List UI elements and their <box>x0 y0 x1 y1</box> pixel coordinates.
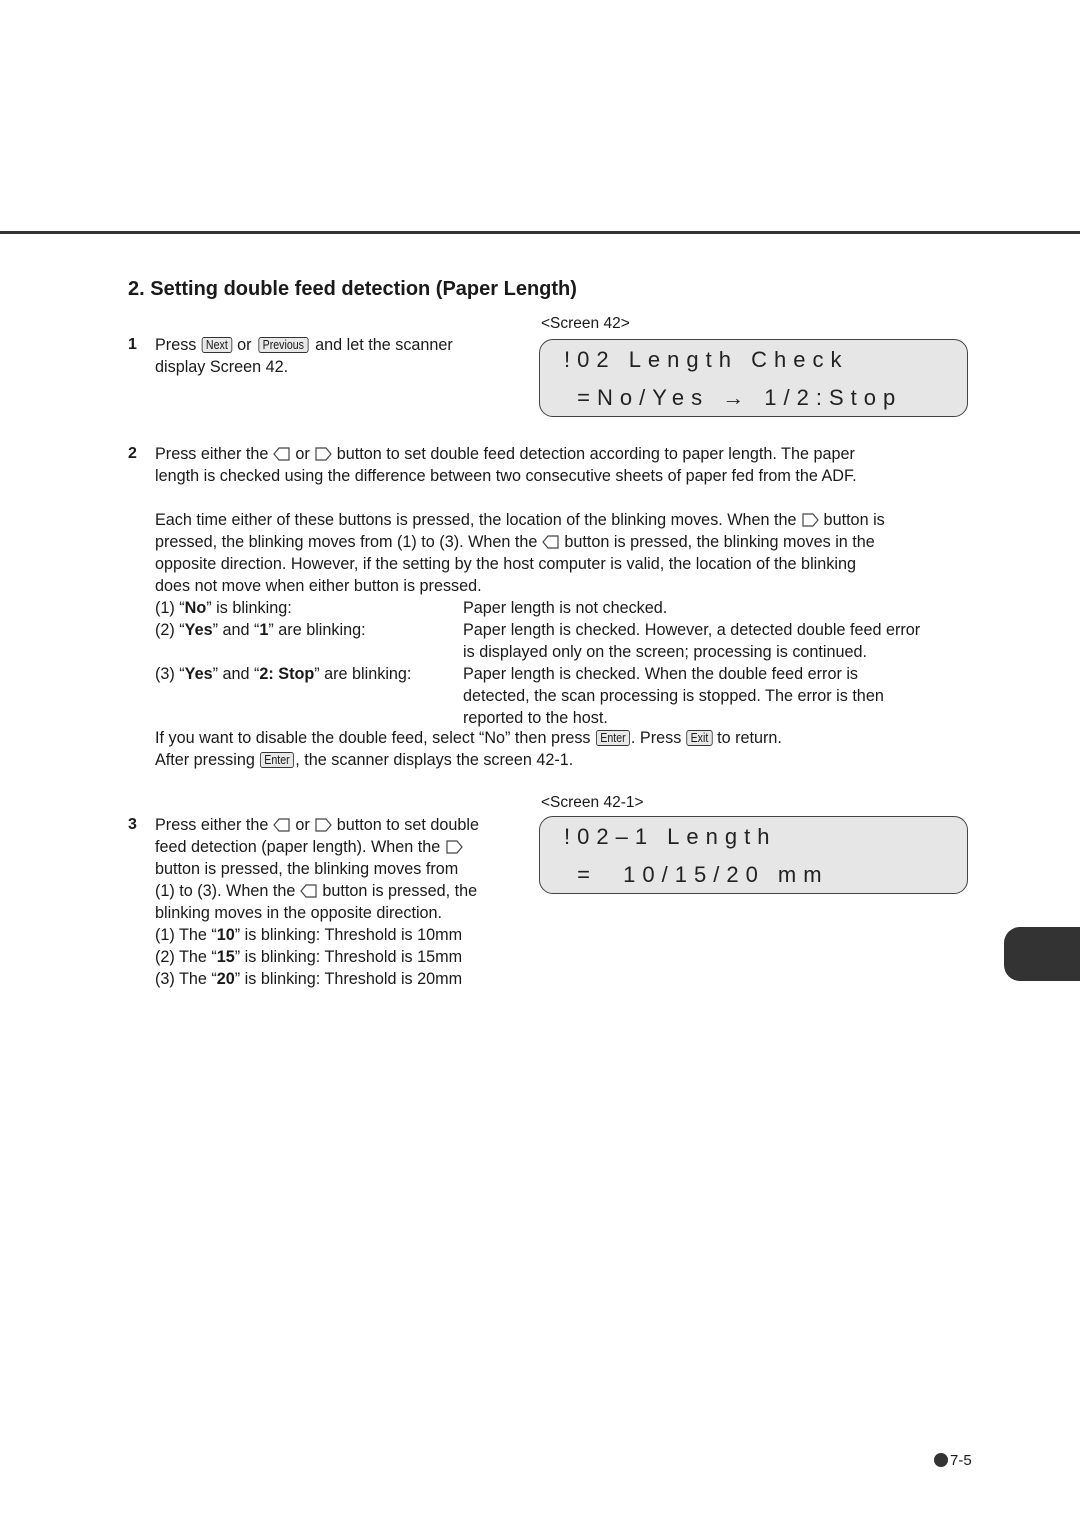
left-arrow-button-icon <box>300 884 317 898</box>
text: length is checked using the difference b… <box>155 467 857 485</box>
step1-text: Press Next or Previous and let the scann… <box>155 334 525 378</box>
page-number-text: 7-5 <box>950 1452 972 1469</box>
lcd-screen-42: !02 Length Check =No/Yes → 1/2:Stop <box>539 339 968 417</box>
exit-key: Exit <box>686 730 713 746</box>
step3-text: Press either the or button to set double… <box>155 816 479 988</box>
lcd-screen-42-1: !02–1 Length = 10/15/20 mm <box>539 816 968 894</box>
text: Each time either of these buttons is pre… <box>155 511 802 529</box>
enter-key: Enter <box>596 730 630 746</box>
text: Press either the <box>155 445 273 463</box>
screen42-1-caption: <Screen 42-1> <box>541 794 644 811</box>
previous-key: Previous <box>258 337 309 353</box>
option-3-desc: Paper length is checked. When the double… <box>463 665 884 727</box>
option-2-label: (2) “Yes” and “1” are blinking: <box>155 621 366 639</box>
step-number: 2 <box>128 445 137 462</box>
text: button to set double feed detection acco… <box>332 445 855 463</box>
section-title: 2. Setting double feed detection (Paper … <box>128 278 577 300</box>
text: and let the scanner <box>310 336 453 354</box>
disable-instructions: If you want to disable the double feed, … <box>155 729 782 769</box>
enter-key: Enter <box>260 752 295 768</box>
right-arrow-button-icon <box>315 447 333 461</box>
text: or <box>290 445 315 463</box>
text: pressed, the blinking moves from (1) to … <box>155 533 542 551</box>
text: button is <box>819 511 885 529</box>
text: display Screen 42. <box>155 358 289 376</box>
option-3-label: (3) “Yes” and “2: Stop” are blinking: <box>155 665 412 683</box>
threshold-item: (1) The “10” is blinking: Threshold is 1… <box>155 926 463 944</box>
text: button is pressed, the blinking moves in… <box>559 533 875 551</box>
option-1-label: (1) “No” is blinking: <box>155 599 292 617</box>
step-number: 3 <box>128 816 137 833</box>
threshold-item: (2) The “15” is blinking: Threshold is 1… <box>155 948 463 966</box>
left-arrow-button-icon <box>542 535 559 549</box>
page-number: 7-5 <box>934 1452 972 1469</box>
chapter-tab <box>1004 927 1080 981</box>
text: does not move when either button is pres… <box>155 577 482 595</box>
lcd-line-1: !02 Length Check <box>564 347 849 372</box>
option-2-desc: Paper length is checked. However, a dete… <box>463 621 921 661</box>
text: or <box>232 336 256 354</box>
header-rule <box>0 231 1080 234</box>
screen42-caption: <Screen 42> <box>541 315 630 332</box>
left-arrow-button-icon <box>273 447 290 461</box>
right-arrow-button-icon <box>802 513 819 527</box>
step2-paragraph-2: Each time either of these buttons is pre… <box>155 509 985 597</box>
right-arrow-button-icon <box>446 840 463 854</box>
threshold-item: (3) The “20” is blinking: Threshold is 2… <box>155 970 463 988</box>
option-1-desc: Paper length is not checked. <box>463 599 668 617</box>
left-arrow-button-icon <box>273 818 290 832</box>
right-arrow-button-icon <box>315 818 333 832</box>
bullet-icon <box>934 1453 948 1467</box>
lcd-line-2: = 10/15/20 mm <box>564 862 829 887</box>
lcd-line-1: !02–1 Length <box>564 824 777 849</box>
lcd-line-2: =No/Yes → 1/2:Stop <box>564 385 903 410</box>
text: opposite direction. However, if the sett… <box>155 555 856 573</box>
next-key: Next <box>201 337 232 353</box>
step-number: 1 <box>128 336 137 353</box>
step2-text: Press either the or button to set double… <box>155 443 985 487</box>
text: Press <box>155 336 201 354</box>
